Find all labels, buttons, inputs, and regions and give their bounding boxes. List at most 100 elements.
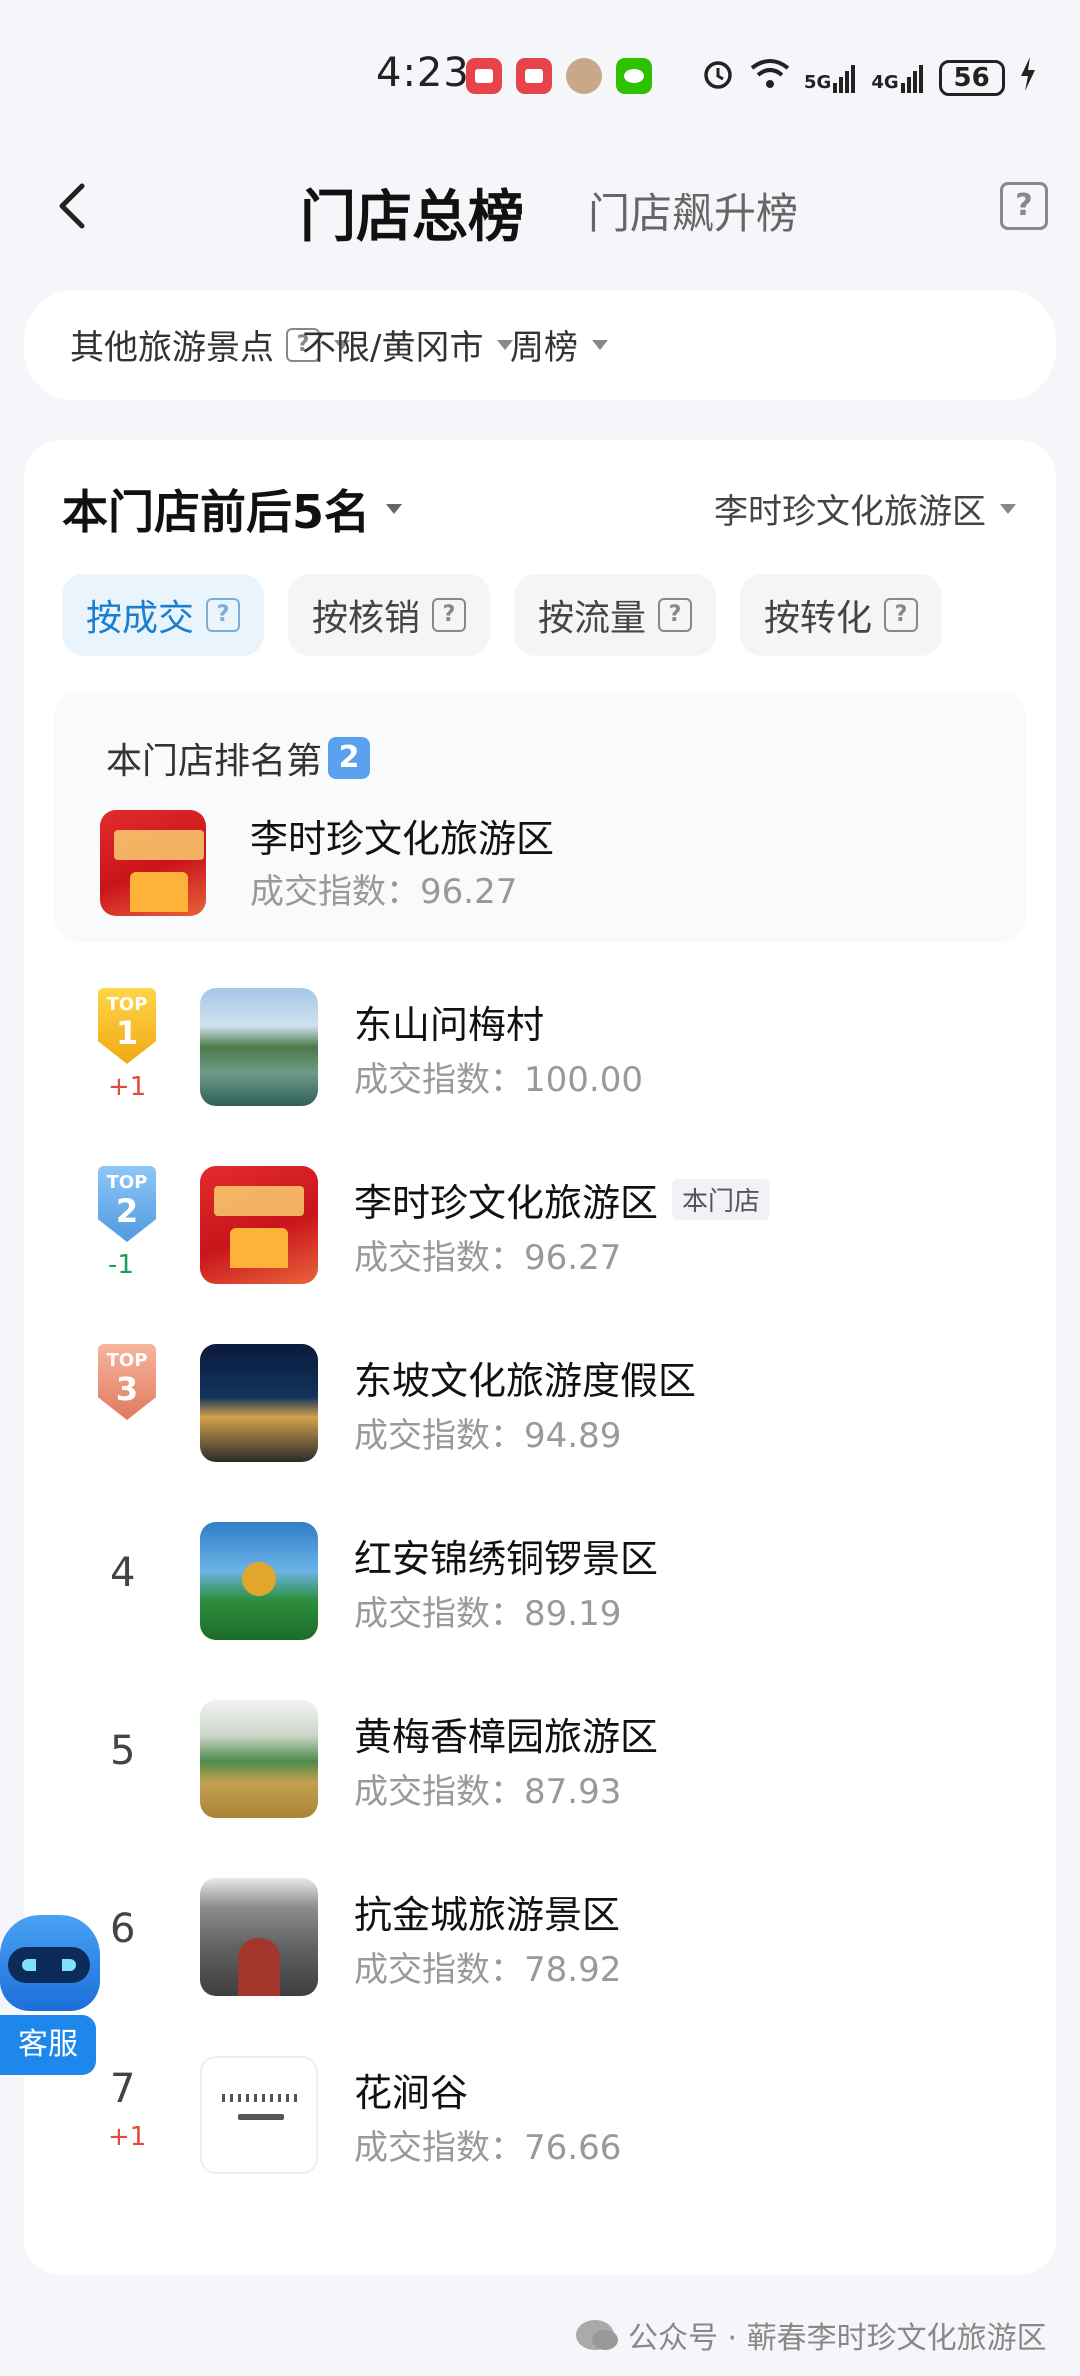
rank-number: 7 <box>110 2066 136 2112</box>
help-icon[interactable]: ? <box>658 598 693 632</box>
store-thumbnail <box>200 1522 318 1640</box>
store-name: 黄梅香樟园旅游区 <box>354 1715 659 1759</box>
help-icon[interactable]: ? <box>884 598 919 632</box>
wechat-icon <box>616 58 652 94</box>
my-store-tag: 本门店 <box>672 1179 771 1220</box>
header: 门店总榜 门店飙升榜 ? <box>0 160 1080 250</box>
back-arrow-icon <box>59 183 85 229</box>
rank-change: +1 <box>108 1072 147 1102</box>
medal-rank-number: 3 <box>115 1370 139 1408</box>
store-name: 李时珍文化旅游区 <box>354 1181 659 1225</box>
tab-by-redemption[interactable]: 按核销 ? <box>288 574 491 656</box>
ranking-row[interactable]: TOP 3 东坡文化旅游度假区成交指数：94.89 <box>24 1344 1056 1494</box>
tab-label: 按成交 <box>86 598 195 639</box>
rank-medal-icon: TOP 1 <box>98 988 156 1064</box>
rank-change: -1 <box>108 1250 134 1280</box>
rank-number: 6 <box>110 1906 136 1952</box>
wechat-official-account-icon <box>576 2320 618 2350</box>
my-store-name: 李时珍文化旅游区 <box>250 817 555 861</box>
signal-5g-label: 5G <box>804 71 832 93</box>
ranking-row[interactable]: TOP 1 +1 东山问梅村成交指数：100.00 <box>24 988 1056 1138</box>
store-name-row: 东山问梅村 <box>354 994 544 1049</box>
chevron-down-icon <box>386 504 403 514</box>
ranking-card: 本门店前后5名 李时珍文化旅游区 按成交 ? 按核销 ? 按流量 ? 按转化 ?… <box>24 440 1056 2275</box>
customer-service-button[interactable]: 客服 <box>0 1915 100 2075</box>
my-rank-summary: 本门店排名第 2 李时珍文化旅游区 成交指数：96.27 <box>54 692 1026 942</box>
app-notification-icon <box>466 58 502 94</box>
rank-medal-icon: TOP 2 <box>98 1166 156 1242</box>
store-index: 成交指数：87.93 <box>354 1772 622 1812</box>
chevron-down-icon <box>592 339 608 350</box>
store-select[interactable]: 李时珍文化旅游区 <box>714 484 1016 533</box>
signal-4g-label: 4G <box>871 71 899 93</box>
back-button[interactable] <box>48 176 98 236</box>
region-filter[interactable]: 不限/黄冈市 <box>302 320 514 369</box>
store-index: 成交指数：100.00 <box>354 1060 643 1100</box>
store-thumbnail <box>200 988 318 1106</box>
store-name-row: 东坡文化旅游度假区 <box>354 1350 696 1405</box>
ranking-row[interactable]: 4 红安锦绣铜锣景区 成交指数：89.19 <box>24 1522 1056 1672</box>
category-filter-label: 其他旅游景点 <box>70 328 274 368</box>
metric-tabs: 按成交 ? 按核销 ? 按流量 ? 按转化 ? <box>62 574 943 656</box>
tab-by-conversion[interactable]: 按转化 ? <box>740 574 943 656</box>
my-rank-text: 本门店排名第 <box>106 741 323 782</box>
filter-bar: 其他旅游景点 ? 不限/黄冈市 周榜 <box>24 290 1056 400</box>
store-name-row: 抗金城旅游景区 <box>354 1884 620 1939</box>
tab-by-transaction[interactable]: 按成交 ? <box>62 574 265 656</box>
store-thumbnail <box>200 1878 318 1996</box>
tab-store-total-ranking[interactable]: 门店总榜 <box>300 172 524 253</box>
store-name: 东坡文化旅游度假区 <box>354 1359 697 1403</box>
avatar-notification-icon <box>566 58 602 94</box>
store-index: 成交指数：76.66 <box>354 2128 622 2168</box>
rank-number: 4 <box>110 1550 136 1596</box>
store-thumbnail <box>100 810 206 916</box>
status-time: 4:23 <box>376 50 470 96</box>
tab-store-rising-ranking[interactable]: 门店飙升榜 <box>588 180 798 241</box>
charging-icon <box>1019 57 1037 98</box>
tab-label: 按流量 <box>538 598 647 639</box>
signal-4g-icon: 4G <box>871 63 924 93</box>
ranking-row[interactable]: 5 黄梅香樟园旅游区 成交指数：87.93 <box>24 1700 1056 1850</box>
medal-rank-number: 2 <box>115 1192 139 1230</box>
help-icon[interactable]: ? <box>432 598 467 632</box>
tab-label: 按核销 <box>312 598 421 639</box>
robot-avatar-icon <box>0 1915 100 2011</box>
store-index: 成交指数：96.27 <box>354 1238 622 1278</box>
store-thumbnail <box>200 1700 318 1818</box>
medal-top-label: TOP <box>106 1350 148 1371</box>
help-icon[interactable]: ? <box>206 598 241 632</box>
watermark: 公众号 · 蕲春李时珍文化旅游区 <box>576 2313 1047 2357</box>
store-name-row: 李时珍文化旅游区 本门店 <box>354 1172 771 1227</box>
medal-rank-number: 1 <box>115 1014 139 1052</box>
my-rank-label: 本门店排名第 2 <box>106 732 371 784</box>
period-filter[interactable]: 周榜 <box>510 320 608 369</box>
ranking-row[interactable]: TOP 2 -1 李时珍文化旅游区 本门店成交指数：96.27 <box>24 1166 1056 1316</box>
tab-label: 按转化 <box>764 598 873 639</box>
card-title: 本门店前后5名 <box>62 485 371 539</box>
rank-medal-icon: TOP 3 <box>98 1344 156 1420</box>
signal-5g-icon: 5G <box>804 63 857 93</box>
medal-top-label: TOP <box>106 994 148 1015</box>
ranking-row[interactable]: 7 +1 花涧谷 成交指数：76.66 <box>24 2056 1056 2206</box>
help-icon[interactable]: ? <box>1000 182 1048 230</box>
store-name-row: 黄梅香樟园旅游区 <box>354 1706 658 1761</box>
store-index: 成交指数：94.89 <box>354 1416 622 1456</box>
watermark-text: 公众号 · 蕲春李时珍文化旅游区 <box>628 2321 1047 2356</box>
store-name: 东山问梅村 <box>354 1003 545 1047</box>
notification-icons <box>466 58 652 94</box>
store-thumbnail <box>200 1344 318 1462</box>
status-bar: 4:23 5G 4G 56 <box>0 50 1080 110</box>
medal-top-label: TOP <box>106 1172 148 1193</box>
region-filter-label: 不限/黄冈市 <box>302 328 484 368</box>
alarm-icon <box>700 56 736 99</box>
store-thumbnail <box>200 1166 318 1284</box>
store-select-label: 李时珍文化旅游区 <box>714 492 986 532</box>
my-store-index: 成交指数：96.27 <box>250 872 518 912</box>
card-title-dropdown[interactable]: 本门店前后5名 <box>62 476 403 542</box>
ranking-row[interactable]: 6 抗金城旅游景区成交指数：78.92 <box>24 1878 1056 2028</box>
system-icons: 5G 4G 56 <box>700 56 1037 99</box>
tab-by-traffic[interactable]: 按流量 ? <box>514 574 717 656</box>
store-name-row: 红安锦绣铜锣景区 <box>354 1528 658 1583</box>
my-rank-badge: 2 <box>328 737 371 779</box>
store-index: 成交指数：78.92 <box>354 1950 622 1990</box>
